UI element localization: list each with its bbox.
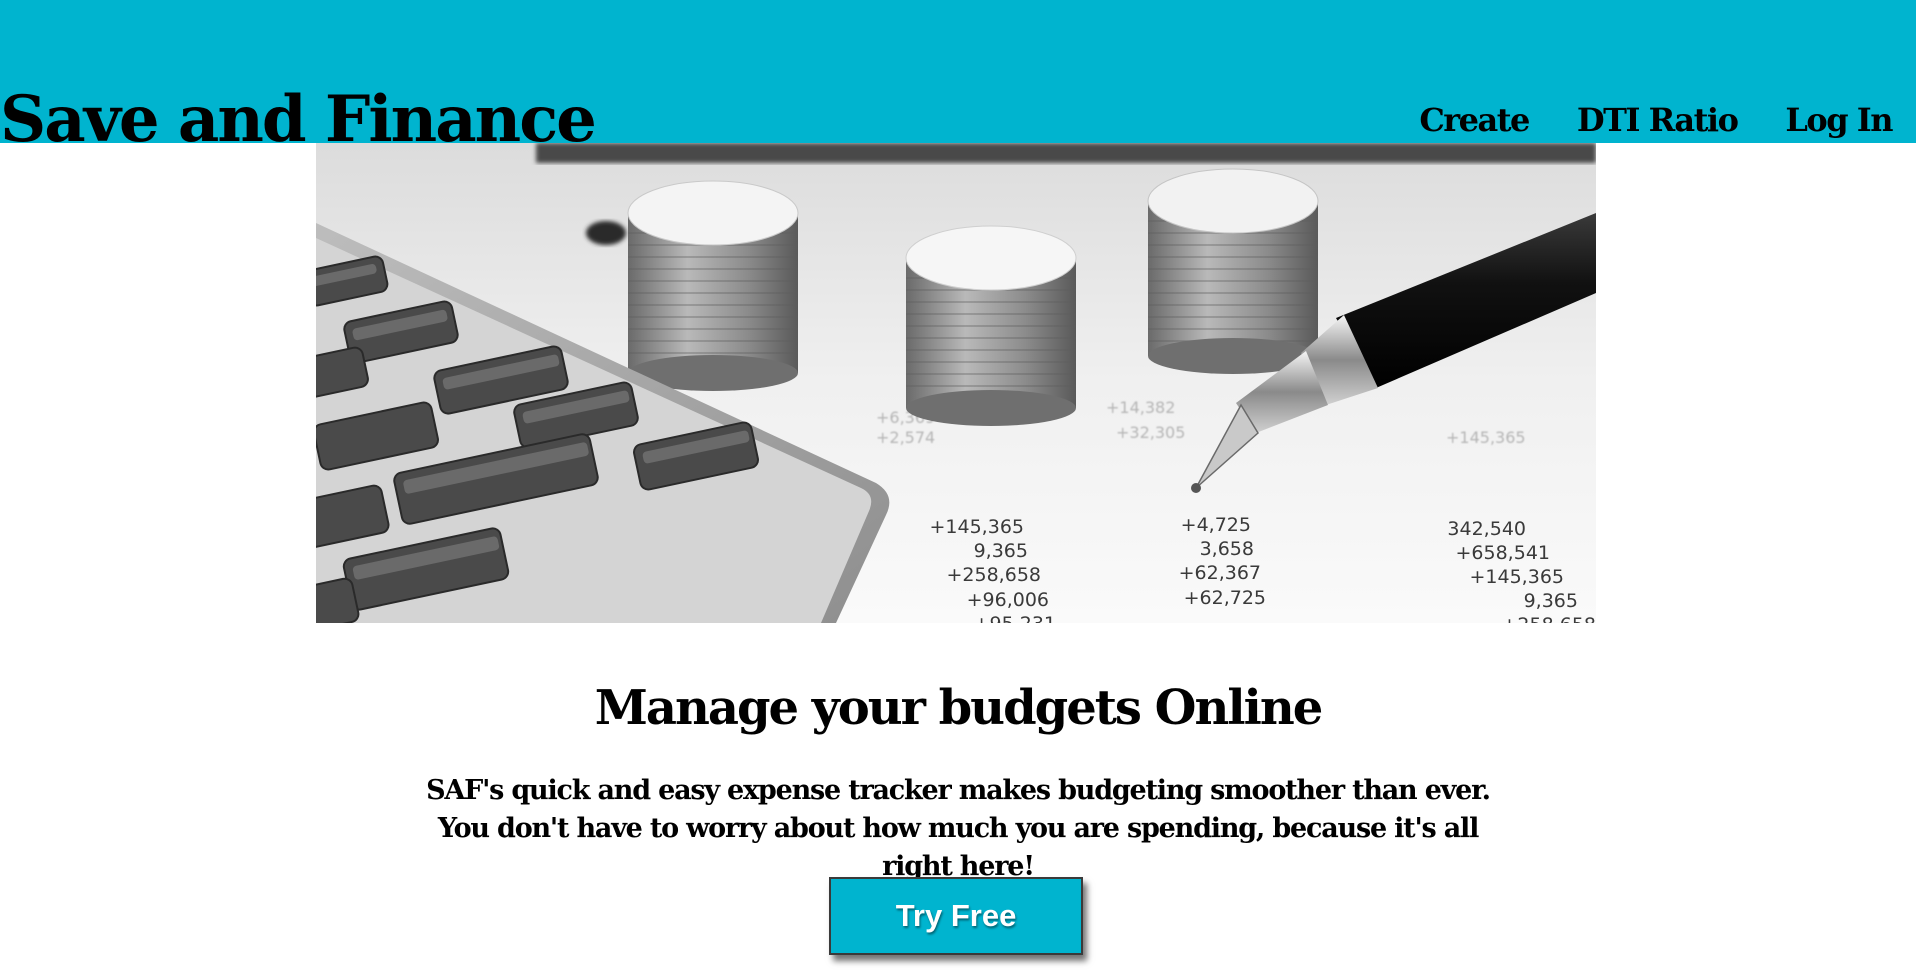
top-header: Save and Finance Create DTI Ratio Log In [0,0,1916,157]
calculator-coins-pen-photo: +6,369 +2,574 +14,382 +32,305 +145,365 +… [316,143,1596,623]
svg-text:+145,365: +145,365 [930,516,1025,538]
hero-image: +6,369 +2,574 +14,382 +32,305 +145,365 +… [316,143,1596,623]
svg-text:+62,725: +62,725 [1184,587,1266,609]
svg-text:+32,305: +32,305 [1116,423,1185,442]
try-free-button[interactable]: Try Free [829,877,1083,955]
page-description: SAF's quick and easy expense tracker mak… [426,775,1491,882]
svg-text:+145,365: +145,365 [1470,566,1565,588]
svg-text:+95,231: +95,231 [974,613,1056,623]
svg-text:+4,725: +4,725 [1181,514,1251,536]
page-headline: Manage your budgets Online [594,680,1324,736]
nav-log-in-link[interactable]: Log In [1785,101,1893,139]
svg-text:+14,382: +14,382 [1106,398,1175,417]
svg-text:9,365: 9,365 [1524,590,1578,612]
svg-text:+96,006: +96,006 [967,589,1049,611]
svg-text:342,540: 342,540 [1447,518,1526,540]
svg-text:+658,541: +658,541 [1456,542,1551,564]
main-nav: Create DTI Ratio Log In [1419,100,1893,140]
svg-text:+258,658: +258,658 [1502,614,1597,623]
nav-create-link[interactable]: Create [1419,101,1530,139]
svg-text:+145,365: +145,365 [1446,428,1526,447]
svg-text:9,365: 9,365 [974,540,1028,562]
nav-dti-ratio-link[interactable]: DTI Ratio [1577,101,1739,139]
svg-text:+258,658: +258,658 [947,564,1042,586]
svg-text:+2,574: +2,574 [876,428,935,447]
svg-text:3,658: 3,658 [1200,538,1254,560]
svg-text:+62,367: +62,367 [1179,562,1261,584]
